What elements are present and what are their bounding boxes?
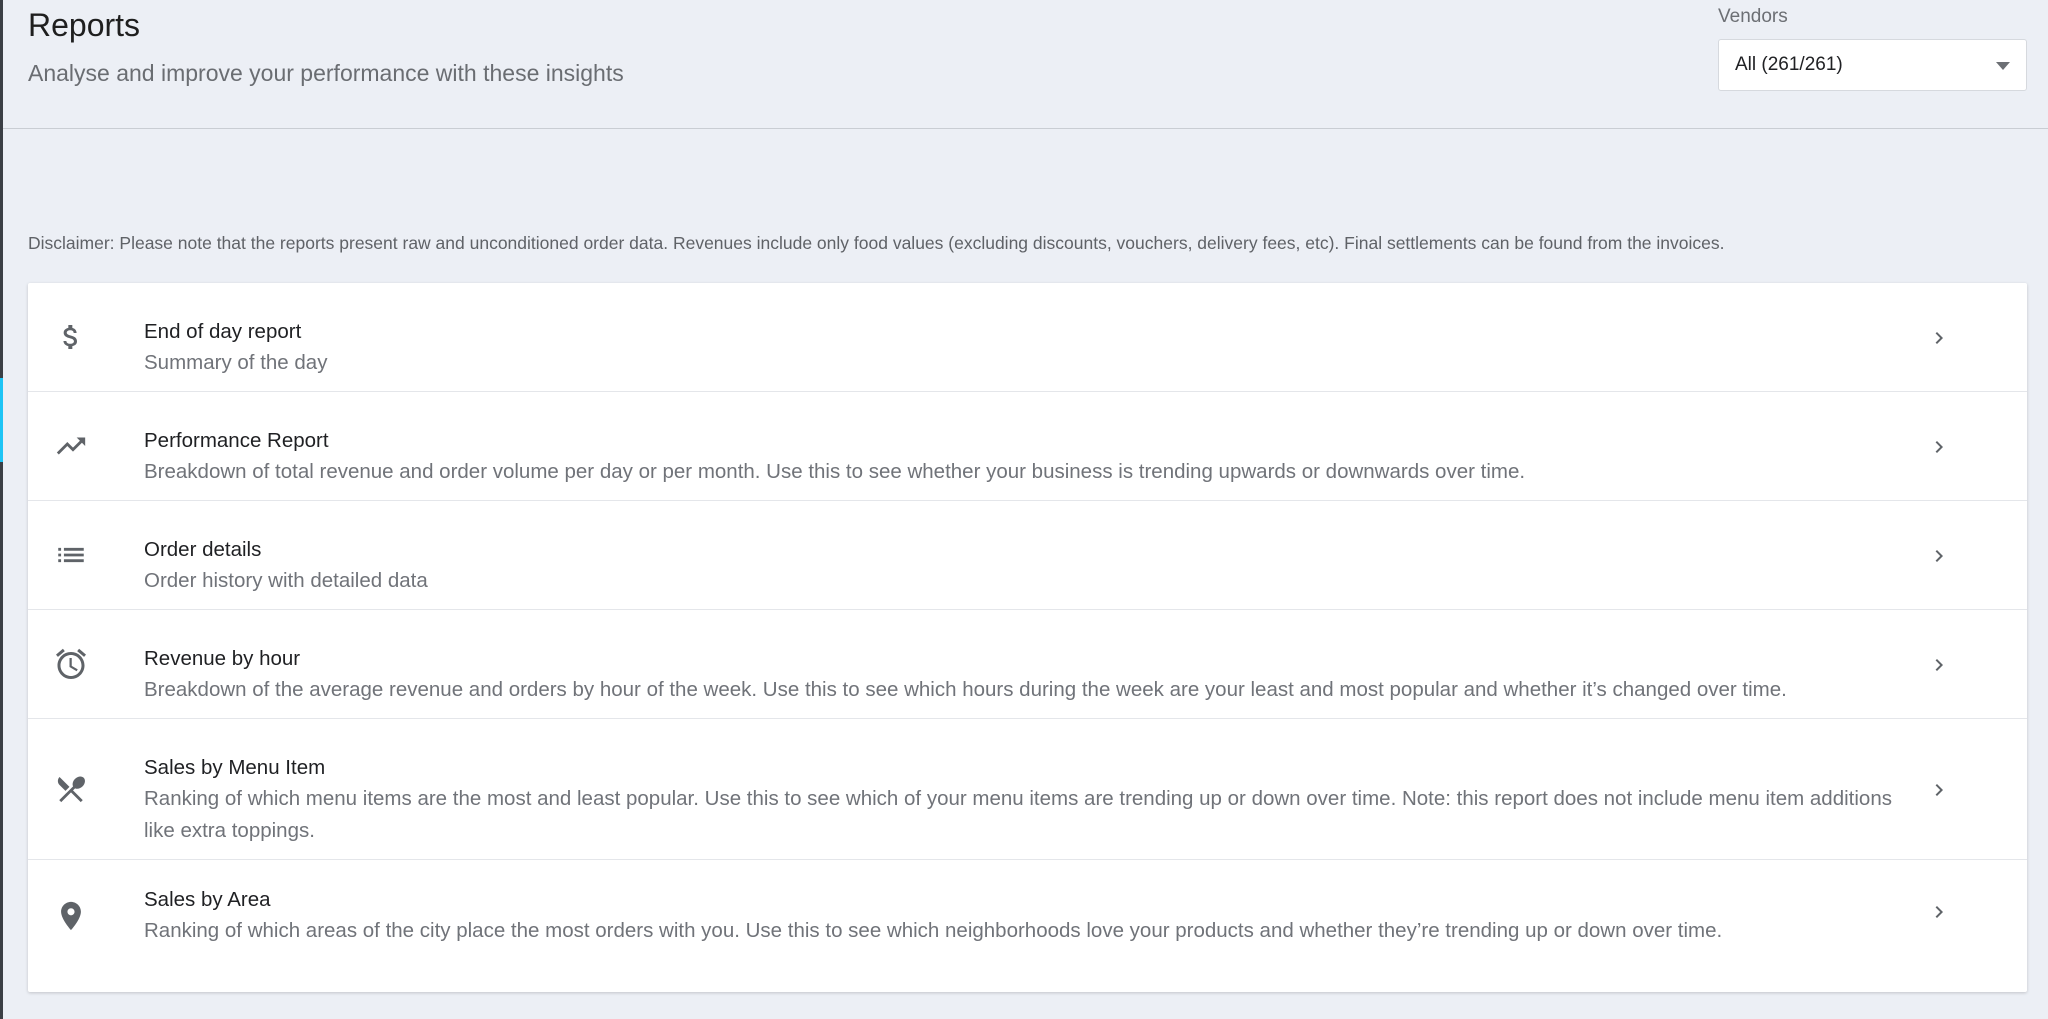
report-description: Breakdown of the average revenue and ord…: [144, 678, 1787, 701]
report-row-order-details[interactable]: Order details Order history with detaile…: [28, 501, 2027, 610]
report-description: Ranking of which areas of the city place…: [144, 919, 1723, 942]
report-title: Sales by Menu Item: [144, 756, 326, 779]
report-title: Revenue by hour: [144, 647, 301, 670]
location-pin-icon: [50, 895, 92, 937]
report-row-performance[interactable]: Performance Report Breakdown of total re…: [28, 392, 2027, 501]
report-title: Sales by Area: [144, 888, 271, 911]
report-row-end-of-day[interactable]: End of day report Summary of the day: [28, 283, 2027, 392]
active-indicator: [0, 378, 3, 462]
list-icon: [50, 534, 92, 576]
alarm-clock-icon: [50, 643, 92, 685]
dropdown-caret-icon: [1996, 62, 2010, 70]
report-description: Breakdown of total revenue and order vol…: [144, 460, 1526, 483]
reports-list: End of day report Summary of the day Per…: [28, 283, 2027, 992]
chevron-right-icon: [1935, 784, 1943, 796]
report-description: Summary of the day: [144, 351, 328, 374]
report-row-revenue-by-hour[interactable]: Revenue by hour Breakdown of the average…: [28, 610, 2027, 719]
disclaimer-text: Disclaimer: Please note that the reports…: [28, 233, 1725, 253]
chevron-right-icon: [1935, 441, 1943, 453]
report-title: Performance Report: [144, 429, 329, 452]
report-description: Ranking of which menu items are the most…: [144, 787, 1892, 842]
page-title: Reports: [28, 7, 141, 43]
chevron-right-icon: [1935, 659, 1943, 671]
fork-spoon-icon: [50, 768, 92, 810]
vendors-dropdown[interactable]: All (261/261): [1718, 39, 2027, 91]
vendors-selected-value: All (261/261): [1735, 54, 1843, 75]
report-row-sales-by-menu-item[interactable]: Sales by Menu Item Ranking of which menu…: [28, 719, 2027, 860]
chevron-right-icon: [1935, 906, 1943, 918]
chevron-right-icon: [1935, 332, 1943, 344]
side-edge: [0, 0, 3, 1019]
report-title: Order details: [144, 538, 262, 561]
trending-up-icon: [50, 425, 92, 467]
chevron-right-icon: [1935, 550, 1943, 562]
vendors-label: Vendors: [1718, 6, 1788, 27]
report-title: End of day report: [144, 320, 302, 343]
dollar-icon: [50, 316, 92, 358]
report-row-sales-by-area[interactable]: Sales by Area Ranking of which areas of …: [28, 860, 2027, 992]
report-description: Order history with detailed data: [144, 569, 428, 592]
page-subtitle: Analyse and improve your performance wit…: [28, 60, 624, 86]
